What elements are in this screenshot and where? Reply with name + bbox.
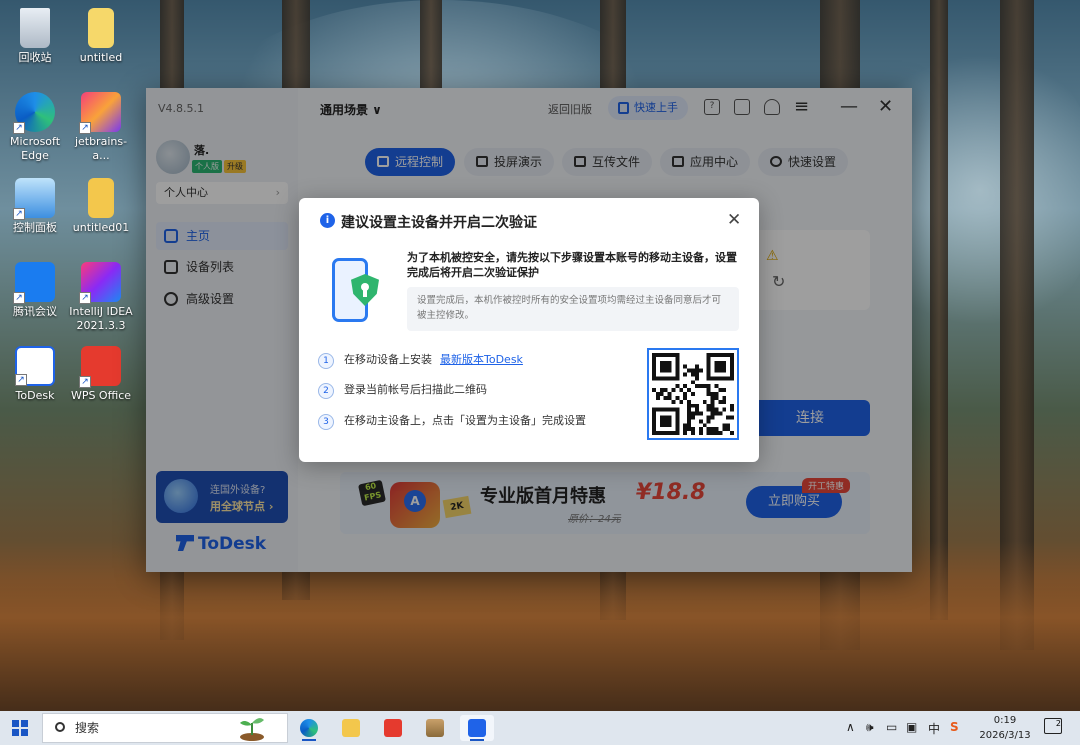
edge-icon: ↗	[13, 92, 55, 134]
plant-icon	[240, 718, 264, 741]
desktop-icon-untitled01[interactable]: untitled01	[68, 178, 134, 235]
ime-indicator[interactable]: 中	[928, 720, 940, 737]
dialog-description: 为了本机被控安全，请先按以下步骤设置本账号的移动主设备，设置完成后将开启二次验证…	[407, 251, 737, 279]
taskbar-file-explorer[interactable]	[334, 715, 368, 741]
dialog-title: 建议设置主设备并开启二次验证	[341, 215, 537, 231]
file-explorer-icon	[342, 719, 360, 737]
desktop-icon-tencent-meeting[interactable]: ↗ 腾讯会议	[2, 262, 68, 319]
tray-chevron-up-icon[interactable]: ∧	[846, 720, 855, 734]
security-dialog: i 建议设置主设备并开启二次验证 ✕ 为了本机被控安全，请先按以下步骤设置本账号…	[299, 198, 759, 462]
windows-start-icon[interactable]	[12, 720, 28, 736]
edge-icon	[300, 719, 318, 737]
tencent-meeting-icon: ↗	[13, 262, 55, 304]
taskbar-package[interactable]	[418, 715, 452, 741]
desktop-icon-untitled[interactable]: untitled	[68, 8, 134, 65]
search-icon	[55, 722, 65, 732]
dialog-close-icon[interactable]: ✕	[727, 210, 741, 230]
file-icon	[88, 8, 114, 48]
taskbar-todesk[interactable]	[460, 715, 494, 741]
todesk-icon	[468, 719, 486, 737]
notification-icon[interactable]: 2	[1044, 718, 1062, 734]
jetbrains-icon: ↗	[79, 92, 121, 134]
display-icon[interactable]: ▣	[906, 720, 917, 734]
taskbar-edge[interactable]	[292, 715, 326, 741]
dialog-note: 设置完成后，本机作被控时所有的安全设置项均需经过主设备同意后才可被主控修改。	[407, 287, 739, 331]
step-3: 3 在移动主设备上，点击「设置为主设备」完成设置	[318, 412, 586, 430]
todesk-icon: ↗	[15, 346, 55, 386]
package-icon	[426, 719, 444, 737]
intellij-icon: ↗	[79, 262, 121, 304]
recycle-bin-icon	[20, 8, 50, 48]
download-latest-link[interactable]: 最新版本ToDesk	[440, 353, 523, 366]
wps-icon	[384, 719, 402, 737]
network-icon[interactable]: ▭	[886, 720, 897, 734]
desktop-icon-jetbrains[interactable]: ↗ jetbrains-a...	[68, 92, 134, 163]
wps-icon: ↗	[79, 346, 121, 388]
desktop-icon-edge[interactable]: ↗ Microsoft Edge	[2, 92, 68, 163]
desktop-icon-control-panel[interactable]: ↗ 控制面板	[2, 178, 68, 235]
taskbar-wps[interactable]	[376, 715, 410, 741]
folder-icon	[88, 178, 114, 218]
volume-icon[interactable]: 🕪	[866, 720, 874, 735]
desktop-icon-intellij[interactable]: ↗ IntelliJ IDEA 2021.3.3	[68, 262, 134, 333]
taskbar: 搜索 ∧ 🕪 ▭ ▣ 中 S 0:19 2026/3/13 2	[0, 711, 1080, 745]
control-panel-icon: ↗	[13, 178, 55, 220]
desktop-icon-todesk[interactable]: ↗ ToDesk	[2, 346, 68, 403]
step-1: 1 在移动设备上安装 最新版本ToDesk	[318, 351, 523, 369]
info-icon: i	[320, 213, 335, 228]
qr-code	[647, 348, 739, 440]
taskbar-clock[interactable]: 0:19 2026/3/13	[974, 713, 1036, 743]
security-app-icon[interactable]: S	[950, 720, 959, 734]
step-2: 2 登录当前帐号后扫描此二维码	[318, 381, 487, 399]
desktop-icon-recycle-bin[interactable]: 回收站	[2, 8, 68, 65]
desktop-icon-wps[interactable]: ↗ WPS Office	[68, 346, 134, 403]
